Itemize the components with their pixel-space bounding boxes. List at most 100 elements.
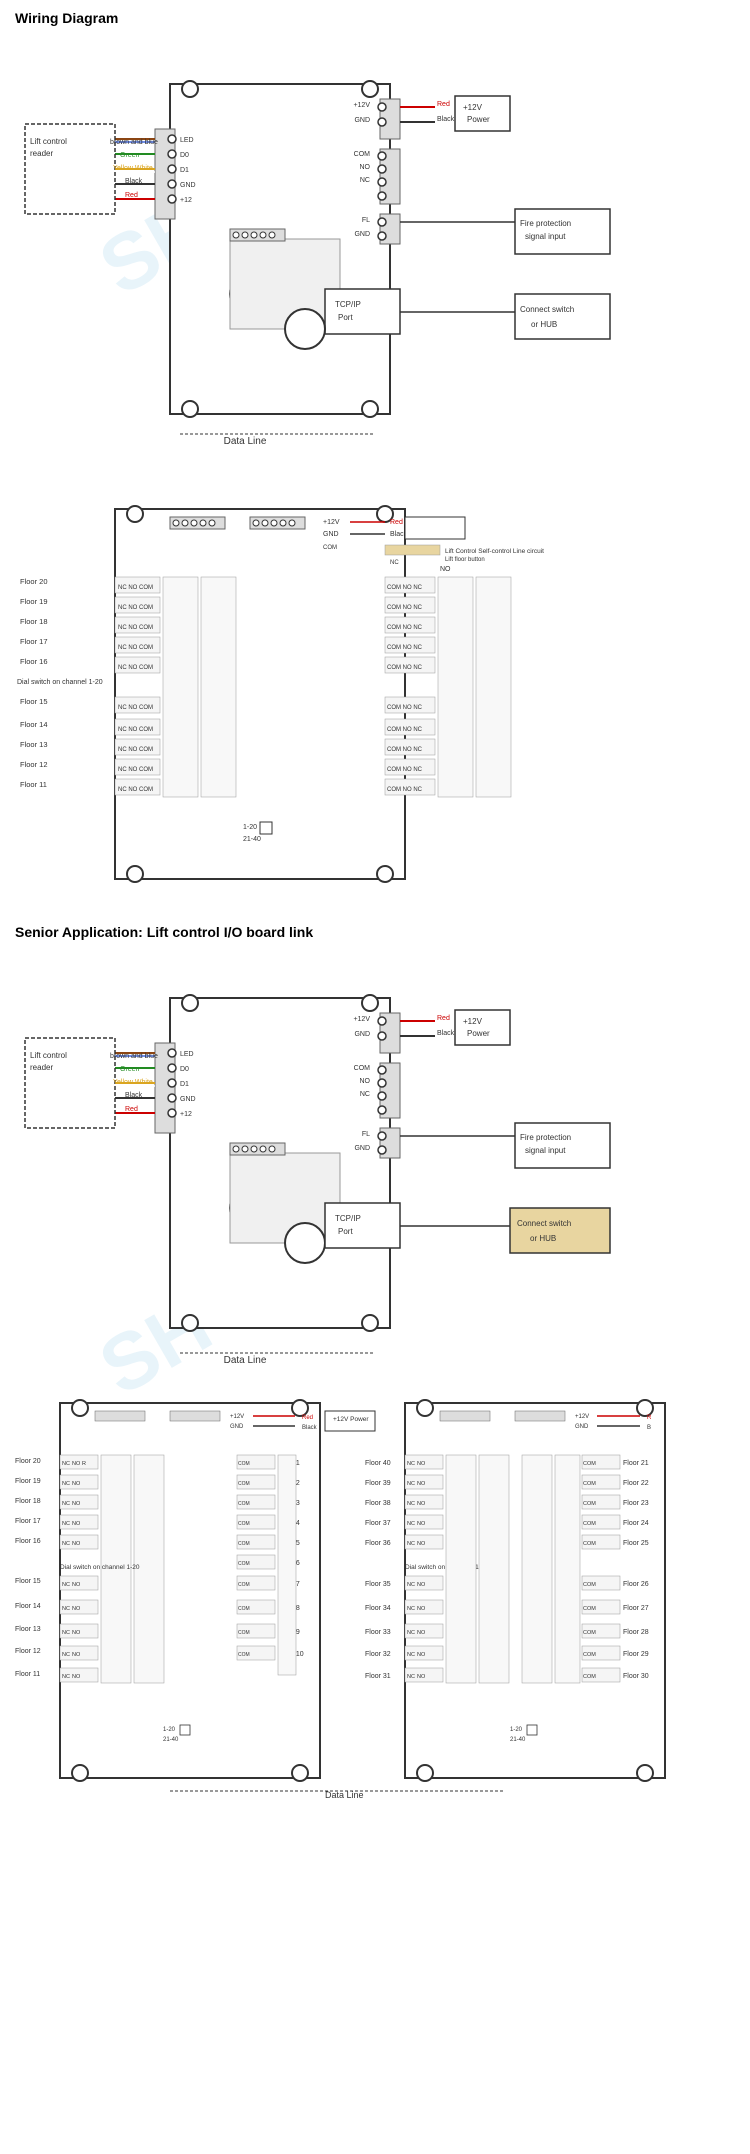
svg-text:GND: GND <box>354 1031 370 1038</box>
svg-text:COM: COM <box>583 1521 596 1527</box>
svg-text:Lift Control Self-control Line: Lift Control Self-control Line circuit <box>445 548 544 555</box>
svg-text:Floor 14: Floor 14 <box>20 720 48 729</box>
svg-text:NC: NC <box>407 1521 415 1527</box>
svg-text:COM NO NC: COM NO NC <box>387 645 423 651</box>
svg-text:Floor 38: Floor 38 <box>365 1500 391 1507</box>
wiring-diagram-top: LED D0 D1 GND +12 L <box>15 34 735 464</box>
svg-text:R: R <box>82 1461 86 1467</box>
svg-text:Floor 17: Floor 17 <box>20 637 48 646</box>
svg-text:Fire protection: Fire protection <box>520 219 571 228</box>
svg-text:NO: NO <box>72 1630 81 1636</box>
svg-text:Floor 12: Floor 12 <box>15 1648 41 1655</box>
svg-text:NO: NO <box>72 1541 81 1547</box>
svg-text:Lift control: Lift control <box>30 1051 67 1060</box>
svg-text:GND: GND <box>180 1096 196 1103</box>
svg-text:Floor 29: Floor 29 <box>623 1651 649 1658</box>
svg-text:Floor 16: Floor 16 <box>15 1538 41 1545</box>
svg-text:NC: NC <box>62 1521 70 1527</box>
svg-text:NO: NO <box>417 1630 426 1636</box>
svg-text:Floor 40: Floor 40 <box>365 1460 391 1467</box>
senior-top-svg: LED D0 D1 GND +12 Lift control reader br… <box>15 948 735 1378</box>
wiring-diagram-bottom: +12V GND Red Black +12V Power COM Lift C… <box>15 469 735 899</box>
svg-text:reader: reader <box>30 149 53 158</box>
svg-text:NC: NC <box>62 1606 70 1612</box>
svg-text:D1: D1 <box>180 167 189 174</box>
senior-top-diagram: LED D0 D1 GND +12 Lift control reader br… <box>15 948 735 1378</box>
svg-text:Floor 19: Floor 19 <box>15 1478 41 1485</box>
svg-text:COM NO NC: COM NO NC <box>387 705 423 711</box>
svg-text:NO: NO <box>72 1674 81 1680</box>
senior-application-title: Senior Application: Lift control I/O boa… <box>15 924 735 940</box>
svg-text:Floor 15: Floor 15 <box>15 1578 41 1585</box>
svg-text:GND: GND <box>354 117 370 124</box>
svg-text:GND: GND <box>180 182 196 189</box>
svg-text:COM: COM <box>583 1630 596 1636</box>
svg-text:NO: NO <box>417 1652 426 1658</box>
svg-text:COM: COM <box>238 1561 250 1567</box>
svg-text:COM NO NC: COM NO NC <box>387 727 423 733</box>
svg-text:NO: NO <box>417 1501 426 1507</box>
svg-text:brown and blue: brown and blue <box>110 1053 158 1060</box>
svg-text:Floor 39: Floor 39 <box>365 1480 391 1487</box>
svg-text:Green: Green <box>120 1066 140 1073</box>
svg-text:COM: COM <box>238 1521 250 1527</box>
svg-text:NC: NC <box>62 1582 70 1588</box>
svg-text:COM: COM <box>354 151 371 158</box>
svg-text:Port: Port <box>338 1227 353 1236</box>
svg-text:LED: LED <box>180 137 194 144</box>
svg-text:reader: reader <box>30 1063 53 1072</box>
svg-text:signal input: signal input <box>525 1146 566 1155</box>
svg-text:COM: COM <box>238 1652 250 1658</box>
svg-text:B: B <box>647 1425 651 1431</box>
svg-text:NC: NC <box>407 1582 415 1588</box>
svg-text:Port: Port <box>338 313 353 322</box>
svg-text:Lift floor button: Lift floor button <box>445 557 485 563</box>
svg-text:Power: Power <box>467 115 490 124</box>
svg-text:Green: Green <box>120 152 140 159</box>
svg-text:Floor 34: Floor 34 <box>365 1605 391 1612</box>
svg-text:+12V: +12V <box>353 1016 370 1023</box>
svg-text:21-40: 21-40 <box>163 1737 179 1743</box>
svg-text:NC: NC <box>62 1481 70 1487</box>
svg-text:GND: GND <box>354 231 370 238</box>
svg-text:Floor 13: Floor 13 <box>20 740 48 749</box>
svg-text:1-20: 1-20 <box>163 1727 176 1733</box>
wiring-diagram-section: Wiring Diagram <box>15 10 735 899</box>
svg-text:COM: COM <box>323 545 337 551</box>
svg-text:NC: NC <box>62 1652 70 1658</box>
svg-text:+12V: +12V <box>353 102 370 109</box>
svg-text:Floor 32: Floor 32 <box>365 1651 391 1658</box>
svg-text:Connect switch: Connect switch <box>517 1219 571 1228</box>
svg-text:COM NO NC: COM NO NC <box>387 605 423 611</box>
svg-text:NC NO COM: NC NO COM <box>118 747 153 753</box>
svg-text:COM: COM <box>583 1481 596 1487</box>
svg-text:COM: COM <box>583 1501 596 1507</box>
svg-text:Red: Red <box>390 519 403 526</box>
svg-text:D1: D1 <box>180 1081 189 1088</box>
svg-text:Floor 33: Floor 33 <box>365 1629 391 1636</box>
svg-text:Floor 20: Floor 20 <box>20 577 48 586</box>
svg-text:NC NO COM: NC NO COM <box>118 665 153 671</box>
svg-text:Floor 11: Floor 11 <box>20 780 47 789</box>
svg-text:NO: NO <box>72 1501 81 1507</box>
svg-text:NO: NO <box>72 1606 81 1612</box>
svg-text:COM: COM <box>354 1065 371 1072</box>
svg-text:NO: NO <box>440 566 451 573</box>
svg-text:D0: D0 <box>180 152 189 159</box>
svg-text:NC: NC <box>390 560 399 566</box>
svg-text:COM: COM <box>238 1461 250 1467</box>
svg-text:Floor 23: Floor 23 <box>623 1500 649 1507</box>
senior-floor-svg: +12V GND Red Black +12V Power Floor 20 F… <box>15 1383 735 2063</box>
svg-text:NC: NC <box>62 1501 70 1507</box>
svg-text:or HUB: or HUB <box>531 320 557 329</box>
svg-text:Floor 30: Floor 30 <box>623 1673 649 1680</box>
svg-text:COM NO NC: COM NO NC <box>387 747 423 753</box>
svg-text:Floor 11: Floor 11 <box>15 1671 40 1678</box>
svg-text:or HUB: or HUB <box>530 1234 556 1243</box>
svg-text:NC: NC <box>407 1541 415 1547</box>
svg-text:COM: COM <box>238 1501 250 1507</box>
svg-text:NO: NO <box>72 1481 81 1487</box>
svg-text:NC: NC <box>407 1674 415 1680</box>
svg-text:NC: NC <box>360 177 370 184</box>
svg-text:NC: NC <box>407 1606 415 1612</box>
